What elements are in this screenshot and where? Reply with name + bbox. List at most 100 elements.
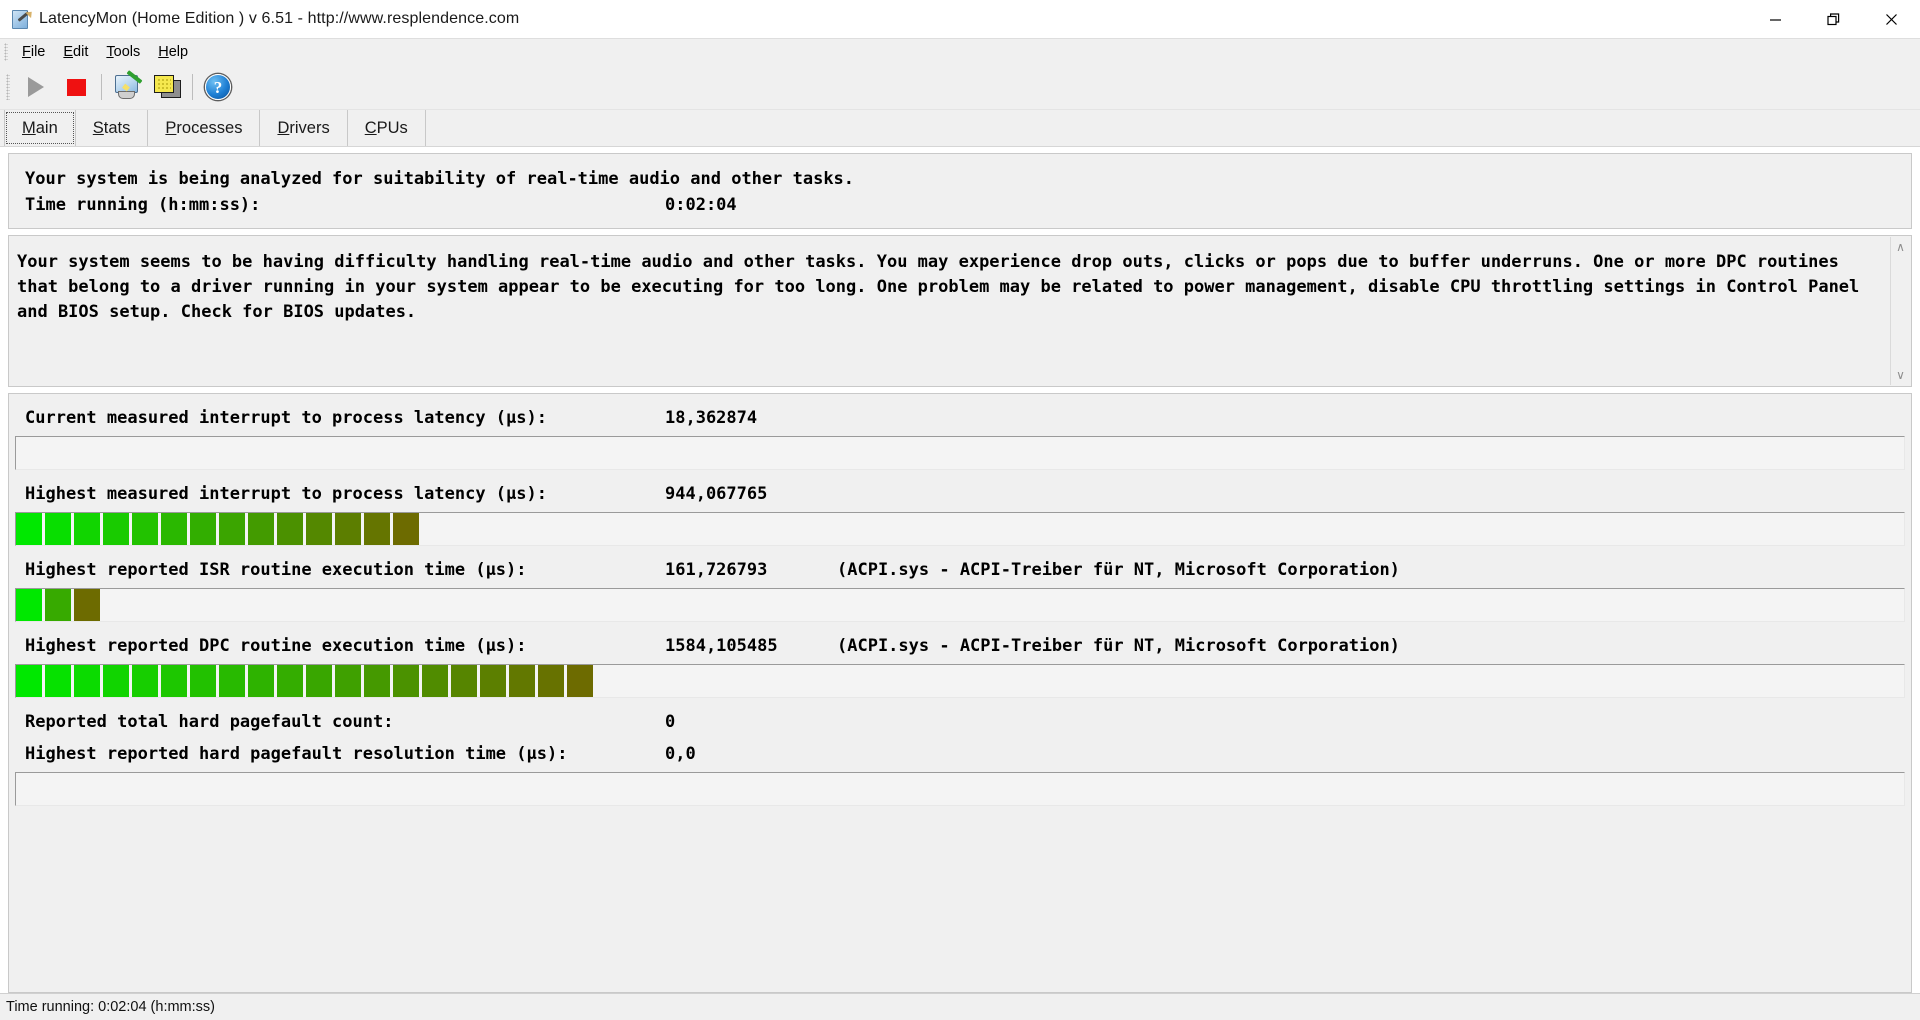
metric-source: (ACPI.sys - ACPI-Treiber für NT, Microso… bbox=[837, 560, 1400, 580]
metric-progress-bar bbox=[15, 664, 1905, 698]
toolbar-grip-handle[interactable] bbox=[6, 74, 10, 100]
progress-segment bbox=[74, 589, 100, 621]
help-button[interactable]: ? bbox=[198, 68, 238, 106]
progress-segment bbox=[248, 513, 274, 545]
metric-progress-bar bbox=[15, 588, 1905, 622]
stop-icon bbox=[66, 78, 86, 96]
tab-processes[interactable]: Processes bbox=[148, 110, 261, 146]
metric-label-row: Reported total hard pagefault count: 0 bbox=[9, 706, 1911, 738]
verdict-panel: Your system seems to be having difficult… bbox=[8, 235, 1912, 387]
progress-segment bbox=[16, 589, 42, 621]
metric-progress-bar bbox=[15, 436, 1905, 470]
metric-reported-total-hard-pagefault-count: Reported total hard pagefault count: 0 bbox=[9, 706, 1911, 738]
menu-item-file[interactable]: File bbox=[13, 41, 54, 63]
close-icon[interactable] bbox=[1862, 0, 1920, 38]
metric-label-row: Highest reported ISR routine execution t… bbox=[9, 554, 1911, 586]
restore-icon[interactable] bbox=[1804, 0, 1862, 38]
progress-segment bbox=[335, 665, 361, 697]
metric-label: Reported total hard pagefault count: bbox=[25, 712, 394, 732]
progress-segment bbox=[16, 665, 42, 697]
metric-progress-bar bbox=[15, 512, 1905, 546]
verdict-scrollbar[interactable]: ∧ ∨ bbox=[1890, 237, 1910, 385]
progress-segment bbox=[480, 665, 506, 697]
menu-item-tools[interactable]: Tools bbox=[97, 41, 149, 63]
progress-segment bbox=[451, 665, 477, 697]
metric-label: Highest reported DPC routine execution t… bbox=[25, 636, 527, 656]
scroll-down-icon[interactable]: ∨ bbox=[1896, 369, 1905, 381]
status-bar-text: Time running: 0:02:04 (h:mm:ss) bbox=[6, 999, 215, 1015]
metric-label-row: Highest reported DPC routine execution t… bbox=[9, 630, 1911, 662]
title-bar: LatencyMon (Home Edition ) v 6.51 - http… bbox=[0, 0, 1920, 38]
metric-label: Current measured interrupt to process la… bbox=[25, 408, 547, 428]
tab-main-rest: ain bbox=[35, 118, 58, 137]
progress-segment bbox=[248, 665, 274, 697]
menu-item-help-rest: elp bbox=[168, 44, 189, 60]
progress-segment bbox=[393, 513, 419, 545]
menu-bar: File Edit Tools Help bbox=[0, 38, 1920, 65]
tab-main[interactable]: Main bbox=[4, 110, 76, 146]
window-title: LatencyMon (Home Edition ) v 6.51 - http… bbox=[39, 10, 520, 27]
tab-drivers-rest: rivers bbox=[289, 118, 330, 137]
tab-cpus-rest: PUs bbox=[376, 118, 408, 137]
status-bar: Time running: 0:02:04 (h:mm:ss) bbox=[0, 993, 1920, 1020]
time-running-row: Time running (h:mm:ss): 0:02:04 bbox=[9, 192, 1911, 218]
toolbar-separator-2 bbox=[192, 74, 193, 100]
progress-segment bbox=[161, 513, 187, 545]
menu-item-edit-rest: dit bbox=[73, 44, 89, 60]
metric-source: (ACPI.sys - ACPI-Treiber für NT, Microso… bbox=[837, 636, 1400, 656]
progress-segment bbox=[161, 665, 187, 697]
analysis-headline: Your system is being analyzed for suitab… bbox=[25, 169, 855, 189]
scroll-up-icon[interactable]: ∧ bbox=[1896, 241, 1905, 253]
progress-segment bbox=[364, 665, 390, 697]
metric-value: 944,067765 bbox=[665, 484, 768, 504]
play-icon bbox=[28, 77, 44, 97]
progress-segment bbox=[45, 589, 71, 621]
progress-segment bbox=[103, 513, 129, 545]
progress-segment bbox=[45, 513, 71, 545]
progress-segment bbox=[45, 665, 71, 697]
progress-segment bbox=[364, 513, 390, 545]
always-on-top-button[interactable] bbox=[147, 68, 187, 106]
tab-strip: Main Stats Processes Drivers C PUs bbox=[0, 110, 1920, 146]
progress-segment bbox=[190, 665, 216, 697]
tab-stats[interactable]: Stats bbox=[76, 110, 149, 146]
progress-segment bbox=[306, 665, 332, 697]
menu-item-help[interactable]: Help bbox=[149, 41, 197, 63]
progress-segment bbox=[335, 513, 361, 545]
progress-segment bbox=[509, 665, 535, 697]
metric-progress-bar bbox=[15, 772, 1905, 806]
progress-segment bbox=[74, 665, 100, 697]
toolbar-separator-1 bbox=[101, 74, 102, 100]
progress-segment bbox=[277, 665, 303, 697]
help-question-icon: ? bbox=[205, 74, 231, 100]
metric-highest-interrupt-to-process-latency: Highest measured interrupt to process la… bbox=[9, 478, 1911, 546]
metric-label-row: Current measured interrupt to process la… bbox=[9, 402, 1911, 434]
system-report-button[interactable] bbox=[107, 68, 147, 106]
monitor-wand-icon bbox=[113, 70, 143, 100]
metric-highest-hard-pagefault-resolution-time: Highest reported hard pagefault resoluti… bbox=[9, 738, 1911, 806]
window-controls bbox=[1746, 0, 1920, 38]
progress-segment bbox=[132, 665, 158, 697]
help-question-glyph: ? bbox=[213, 77, 223, 97]
metric-value: 0,0 bbox=[665, 744, 696, 764]
minimize-icon[interactable] bbox=[1746, 0, 1804, 38]
metric-label: Highest reported ISR routine execution t… bbox=[25, 560, 527, 580]
tab-drivers[interactable]: Drivers bbox=[260, 110, 348, 146]
progress-segment bbox=[132, 513, 158, 545]
metric-value: 0 bbox=[665, 712, 676, 732]
start-monitoring-button[interactable] bbox=[16, 68, 56, 106]
menu-grip-handle[interactable] bbox=[4, 43, 8, 61]
menu-item-edit[interactable]: Edit bbox=[54, 41, 97, 63]
progress-segment bbox=[74, 513, 100, 545]
windows-stack-icon bbox=[153, 74, 181, 100]
metrics-panel: Current measured interrupt to process la… bbox=[8, 393, 1912, 993]
metric-value: 1584,105485 bbox=[665, 636, 778, 656]
progress-segment bbox=[422, 665, 448, 697]
progress-segment bbox=[393, 665, 419, 697]
progress-segment bbox=[219, 665, 245, 697]
metric-label-row: Highest measured interrupt to process la… bbox=[9, 478, 1911, 510]
toolbar: ? bbox=[0, 65, 1920, 110]
tab-cpus[interactable]: C PUs bbox=[348, 110, 426, 146]
stop-monitoring-button[interactable] bbox=[56, 68, 96, 106]
latencymon-window: LatencyMon (Home Edition ) v 6.51 - http… bbox=[0, 0, 1920, 1020]
